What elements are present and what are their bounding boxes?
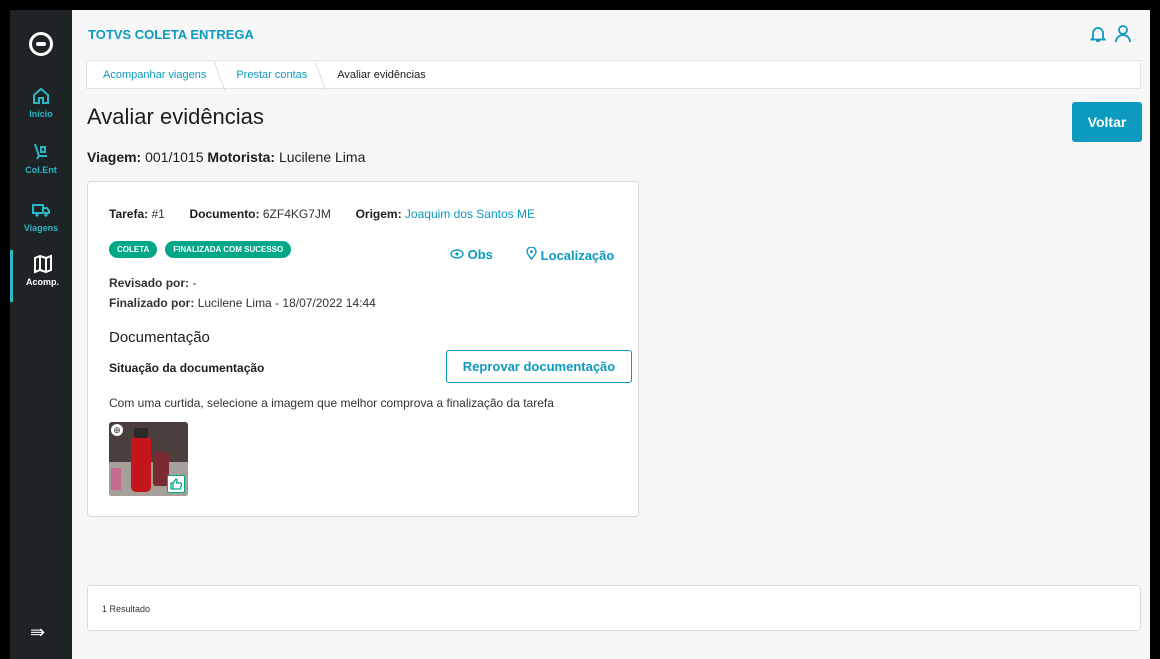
app-frame: Início Col.Ent Viagens Acomp. ⇛ TOTVS CO… xyxy=(10,10,1150,659)
evidence-thumbnail[interactable]: ⊕ xyxy=(109,422,188,496)
task-header: Tarefa: #1 Documento: 6ZF4KG7JM Origem: … xyxy=(109,207,535,221)
task-label: Tarefa: xyxy=(109,207,149,221)
home-icon xyxy=(33,87,49,104)
document-value: 6ZF4KG7JM xyxy=(262,207,331,221)
page-title: Avaliar evidências xyxy=(87,104,264,129)
topbar: TOTVS COLETA ENTREGA xyxy=(72,10,1150,58)
truck-icon xyxy=(32,204,50,217)
origin-link[interactable]: Joaquim dos Santos ME xyxy=(405,207,535,221)
task-card: Tarefa: #1 Documento: 6ZF4KG7JM Origem: … xyxy=(87,181,639,517)
sidebar-item-label: Início xyxy=(29,109,53,119)
documentation-title: Documentação xyxy=(109,329,210,346)
finished-value: Lucilene Lima - 18/07/2022 14:44 xyxy=(197,296,376,310)
sidebar-item-viagens[interactable]: Viagens xyxy=(10,196,72,248)
task-value: #1 xyxy=(151,207,165,221)
breadcrumb: Acompanhar viagens Prestar contas Avalia… xyxy=(86,60,1141,89)
location-pin-icon xyxy=(526,246,537,261)
results-count: 1 Resultado xyxy=(102,604,151,614)
sidebar-item-label: Col.Ent xyxy=(25,165,57,175)
collapse-menu-icon[interactable]: ⇛ xyxy=(30,622,45,643)
type-badge: COLETA xyxy=(109,241,158,258)
sidebar: Início Col.Ent Viagens Acomp. ⇛ xyxy=(10,10,72,659)
sidebar-item-label: Acomp. xyxy=(25,277,59,287)
zoom-icon[interactable]: ⊕ xyxy=(111,424,123,436)
eye-icon xyxy=(450,249,464,259)
finished-label: Finalizado por: xyxy=(109,296,195,310)
trip-value: 001/1015 xyxy=(145,149,204,165)
thumbs-up-icon xyxy=(170,478,183,490)
obs-label: Obs xyxy=(467,247,493,262)
document-label: Documento: xyxy=(189,207,260,221)
doc-status-label: Situação da documentação xyxy=(109,361,265,375)
trip-info: Viagem: 001/1015 Motorista: Lucilene Lim… xyxy=(87,149,365,165)
origin-label: Origem: xyxy=(355,207,402,221)
sidebar-item-colent[interactable]: Col.Ent xyxy=(10,138,72,190)
sidebar-item-acomp[interactable]: Acomp. xyxy=(10,250,72,302)
like-button[interactable] xyxy=(167,475,185,493)
status-badge: FINALIZADA COM SUCESSO xyxy=(165,241,292,258)
instruction-text: Com uma curtida, selecione a imagem que … xyxy=(109,396,554,410)
breadcrumb-item-current: Avaliar evidências xyxy=(337,68,426,81)
reviewed-by: Revisado por: - xyxy=(109,276,196,290)
finished-by: Finalizado por: Lucilene Lima - 18/07/20… xyxy=(109,296,376,310)
map-icon xyxy=(33,254,52,274)
trip-label: Viagem: xyxy=(87,149,142,165)
driver-label: Motorista: xyxy=(207,149,276,165)
results-footer: 1 Resultado xyxy=(87,585,1141,631)
trolley-icon xyxy=(34,143,47,160)
totvs-logo-icon[interactable] xyxy=(29,32,53,56)
driver-value: Lucilene Lima xyxy=(278,149,366,165)
location-label: Localização xyxy=(540,248,615,263)
app-title: TOTVS COLETA ENTREGA xyxy=(88,27,254,42)
reviewed-value: - xyxy=(192,276,197,290)
breadcrumb-item-acompanhar[interactable]: Acompanhar viagens xyxy=(87,69,220,81)
reject-documentation-button[interactable]: Reprovar documentação xyxy=(446,350,632,383)
back-button[interactable]: Voltar xyxy=(1072,102,1142,142)
obs-link[interactable]: Obs xyxy=(450,247,493,262)
status-tags: COLETA FINALIZADA COM SUCESSO xyxy=(109,241,292,258)
bell-icon[interactable] xyxy=(1090,25,1106,43)
location-link[interactable]: Localização xyxy=(526,246,615,263)
breadcrumb-item-prestar[interactable]: Prestar contas xyxy=(220,69,321,81)
sidebar-item-inicio[interactable]: Início xyxy=(10,82,72,134)
reviewed-label: Revisado por: xyxy=(109,276,190,290)
sidebar-item-label: Viagens xyxy=(23,223,59,233)
user-icon[interactable] xyxy=(1114,24,1132,44)
